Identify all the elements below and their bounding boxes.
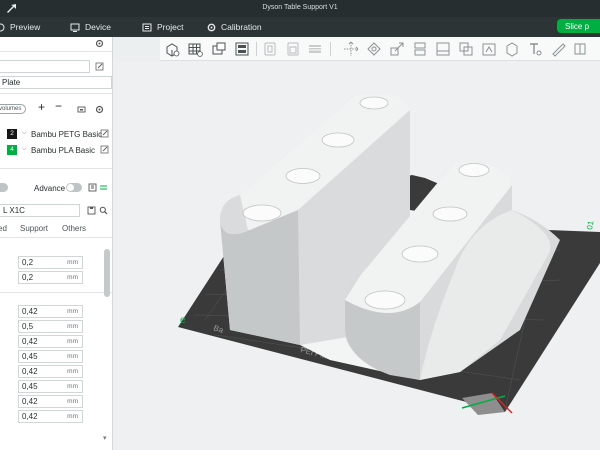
- left-settings-panel: Plate volumes + − 2 ⌵ Bambu PETG Basic 4…: [0, 37, 113, 450]
- scroll-down-icon[interactable]: ▾: [103, 434, 107, 442]
- value-field[interactable]: 0,42 mm: [18, 335, 83, 348]
- lay-on-face-icon[interactable]: [435, 41, 451, 57]
- printer-preset-select[interactable]: L X1C: [0, 204, 80, 217]
- filament-settings-icon[interactable]: [95, 105, 104, 114]
- menu-project[interactable]: Project: [142, 17, 183, 37]
- mesh-boolean-icon[interactable]: [458, 41, 474, 57]
- value-field[interactable]: 0,2 mm: [18, 256, 83, 269]
- cut-icon[interactable]: [412, 41, 428, 57]
- advanced-toggle[interactable]: [66, 183, 82, 192]
- filament-sync-icon[interactable]: [77, 105, 86, 114]
- compare-icon[interactable]: [88, 183, 97, 192]
- text-tool-icon[interactable]: [527, 41, 543, 57]
- window-title: Dyson Table Support V1: [262, 4, 338, 11]
- title-bar: Dyson Table Support V1: [0, 0, 600, 17]
- edit-filament-icon[interactable]: [100, 129, 109, 138]
- 3d-viewport[interactable]: Ba PEI Plate 01 e: [114, 61, 600, 450]
- save-preset-icon[interactable]: [87, 206, 96, 215]
- filament-name-1[interactable]: Bambu PETG Basic: [31, 130, 102, 139]
- global-toggle[interactable]: [0, 183, 8, 192]
- support-paint-icon[interactable]: [481, 41, 497, 57]
- tab-support[interactable]: Support: [20, 224, 48, 233]
- search-icon[interactable]: [99, 206, 108, 215]
- value-field[interactable]: 0,5 mm: [18, 320, 83, 333]
- measure-icon[interactable]: [550, 41, 566, 57]
- add-filament-icon[interactable]: +: [38, 100, 45, 114]
- filament-name-2[interactable]: Bambu PLA Basic: [31, 146, 95, 155]
- add-object-icon[interactable]: [164, 41, 180, 57]
- project-icon: [142, 23, 152, 31]
- add-plate-icon[interactable]: [187, 41, 203, 57]
- settings-search-icon[interactable]: [99, 183, 108, 192]
- arrange-icon[interactable]: [234, 41, 250, 57]
- advanced-label: Advance: [34, 184, 66, 193]
- plate-name-field[interactable]: Plate: [0, 76, 112, 89]
- plate-number: 01: [585, 219, 596, 230]
- value-field[interactable]: 0,42 mm: [18, 305, 83, 318]
- value-field[interactable]: 0,45 mm: [18, 350, 83, 363]
- dropdown-icon: ⌵: [22, 130, 27, 136]
- edit-icon[interactable]: [95, 62, 104, 71]
- object-name-field[interactable]: [0, 60, 90, 73]
- 3d-scene[interactable]: Ba PEI Plate 01 e: [114, 61, 600, 450]
- split-parts-icon[interactable]: [285, 41, 301, 57]
- plate-edit-icon[interactable]: e: [180, 315, 186, 326]
- rotate-icon[interactable]: [366, 41, 382, 57]
- value-field[interactable]: 0,2 mm: [18, 271, 83, 284]
- seam-paint-icon[interactable]: [504, 41, 520, 57]
- menu-device[interactable]: Device: [70, 17, 111, 37]
- value-field[interactable]: 0,42 mm: [18, 395, 83, 408]
- value-field[interactable]: 0,42 mm: [18, 365, 83, 378]
- edit-filament-icon[interactable]: [100, 145, 109, 154]
- dropdown-icon: ⌵: [22, 146, 27, 152]
- tab-speed[interactable]: ed: [0, 224, 7, 233]
- assembly-icon[interactable]: [572, 41, 588, 57]
- preview-icon: [0, 23, 5, 31]
- slice-plate-button[interactable]: Slice p: [557, 19, 600, 33]
- scale-icon[interactable]: [389, 41, 405, 57]
- settings-scrollbar[interactable]: [104, 249, 110, 297]
- filament-swatch-1[interactable]: 2: [7, 129, 17, 139]
- volumes-chip[interactable]: volumes: [0, 104, 27, 114]
- menu-calibration[interactable]: Calibration: [207, 17, 262, 37]
- move-icon[interactable]: [343, 41, 359, 57]
- menu-preview[interactable]: Preview: [0, 17, 40, 37]
- filament-swatch-2[interactable]: 4: [7, 145, 17, 155]
- layers-icon[interactable]: [307, 41, 323, 57]
- split-objects-icon[interactable]: [262, 41, 278, 57]
- menu-bar: Preview Device Project Calibration Slice…: [0, 17, 600, 37]
- remove-filament-icon[interactable]: −: [55, 99, 62, 113]
- tab-others[interactable]: Others: [62, 224, 86, 233]
- calibration-icon: [207, 23, 216, 31]
- orient-icon[interactable]: [211, 41, 227, 57]
- viewport-toolbar: [160, 37, 600, 61]
- gear-icon[interactable]: [95, 39, 104, 48]
- value-field[interactable]: 0,45 mm: [18, 380, 83, 393]
- device-icon: [70, 23, 80, 32]
- value-field[interactable]: 0,42 mm: [18, 410, 83, 423]
